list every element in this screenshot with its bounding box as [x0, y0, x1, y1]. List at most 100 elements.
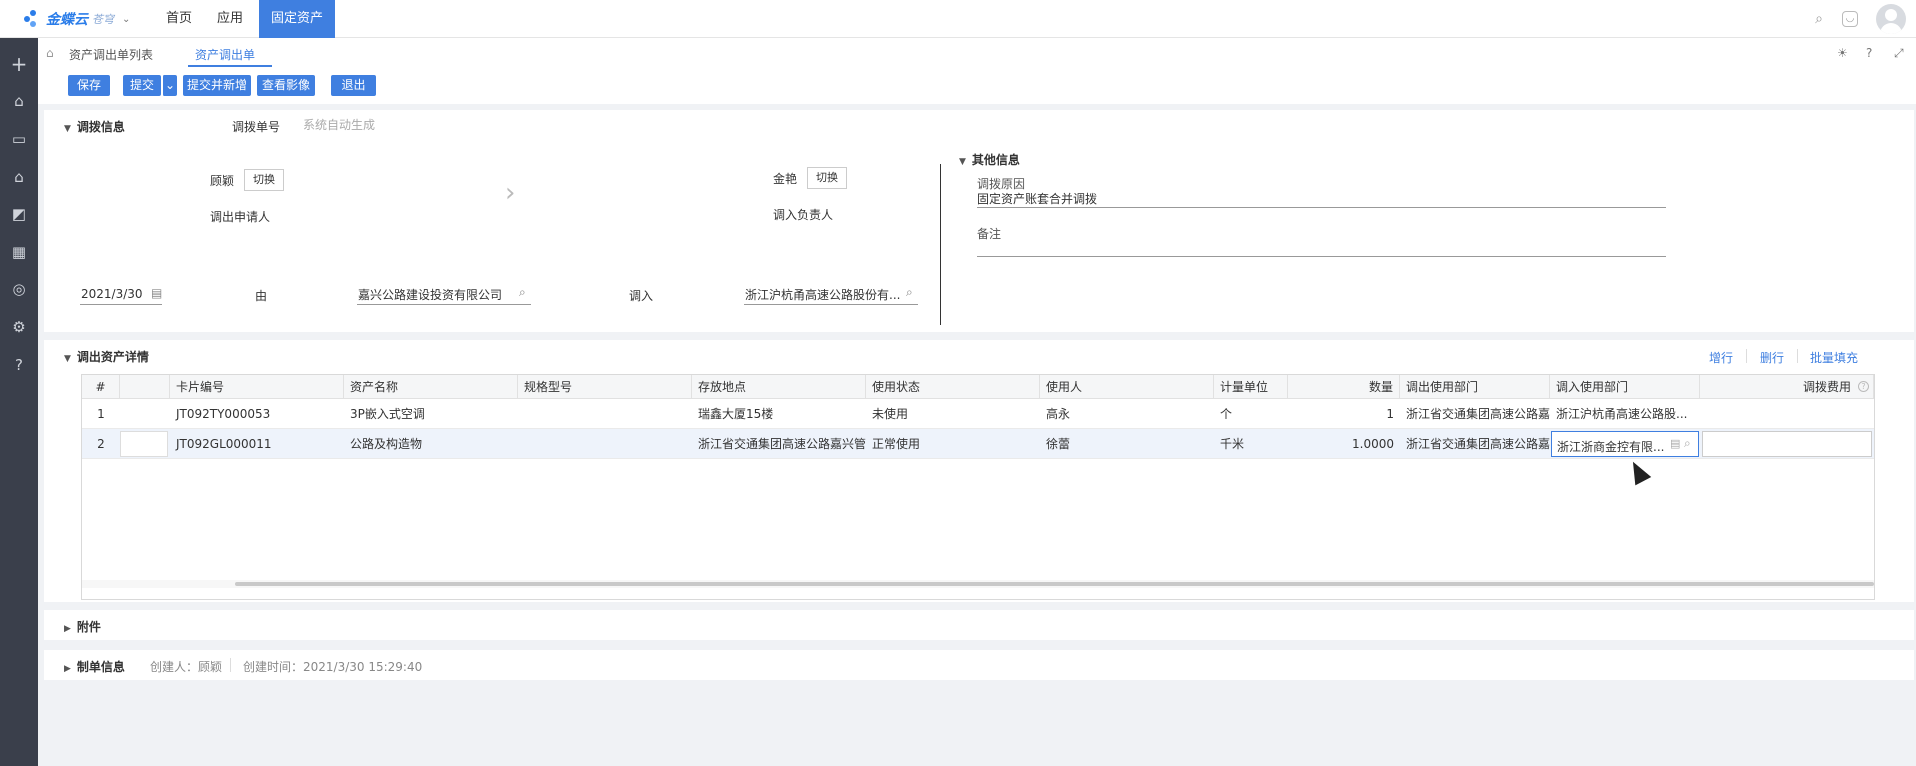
- divider: [1746, 349, 1747, 363]
- reason-field[interactable]: 固定资产账套合并调拨: [977, 190, 1097, 207]
- chart-icon[interactable]: ◩: [9, 204, 29, 224]
- nav-home[interactable]: 首页: [154, 0, 204, 38]
- in-dept-input[interactable]: 浙江浙商金控有限... ▤ ⌕: [1551, 431, 1699, 457]
- to-company-field[interactable]: 浙江沪杭甬高速公路股份有...: [745, 286, 900, 303]
- table-row[interactable]: 2 JT092GL000011 公路及构造物 浙江省交通集团高速公路嘉兴管理 正…: [82, 429, 1874, 459]
- location: 瑞鑫大厦15楼: [698, 407, 774, 421]
- out-switch-button[interactable]: 切换: [244, 169, 284, 191]
- table-row[interactable]: 1 JT092TY000053 3P嵌入式空调 瑞鑫大厦15楼 未使用 高永 个…: [82, 399, 1874, 429]
- in-person-name: 金艳: [773, 172, 798, 186]
- scrollbar-thumb[interactable]: [235, 582, 1874, 586]
- from-search-icon[interactable]: ⌕: [519, 285, 526, 300]
- in-switch-button[interactable]: 切换: [807, 167, 847, 189]
- col-header-unit[interactable]: 计量单位: [1214, 375, 1288, 399]
- nav-apps[interactable]: 应用: [205, 0, 255, 38]
- row-index: 2: [97, 437, 105, 451]
- submit-new-button[interactable]: 提交并新增: [183, 75, 251, 96]
- logo-icon: [24, 10, 42, 28]
- help-icon[interactable]: ?: [1866, 46, 1872, 60]
- other-info-title[interactable]: ▼ 其他信息: [959, 151, 1020, 168]
- submit-button[interactable]: 提交: [123, 75, 161, 96]
- to-search-icon[interactable]: ⌕: [906, 285, 913, 300]
- bank-icon[interactable]: ⌂: [9, 91, 29, 111]
- in-dept[interactable]: 浙江沪杭甬高速公路股...: [1550, 399, 1700, 429]
- doc-no-field: 系统自动生成: [303, 118, 376, 132]
- help-icon[interactable]: ?: [1858, 381, 1869, 392]
- remark-label: 备注: [977, 227, 1002, 241]
- date-field[interactable]: 2021/3/30: [81, 287, 143, 301]
- col-header-spec[interactable]: 规格型号: [518, 375, 692, 399]
- col-header-user[interactable]: 使用人: [1040, 375, 1214, 399]
- to-label: 调入: [629, 289, 654, 303]
- status: 正常使用: [872, 437, 921, 451]
- breadcrumb-list[interactable]: 资产调出单列表: [69, 46, 153, 63]
- fee-input[interactable]: [1702, 431, 1872, 457]
- col-header-qty[interactable]: 数量: [1288, 375, 1400, 399]
- save-button[interactable]: 保存: [68, 75, 110, 96]
- col-header-location[interactable]: 存放地点: [692, 375, 866, 399]
- gear-icon[interactable]: ⚙: [9, 317, 29, 337]
- collapse-icon: ▼: [64, 124, 71, 134]
- home-icon[interactable]: ⌂: [46, 46, 54, 60]
- brand-sub: 苍穹: [92, 13, 114, 26]
- section-divider: [940, 164, 941, 325]
- help-icon[interactable]: ?: [9, 355, 29, 375]
- target-icon[interactable]: ◎: [9, 279, 29, 299]
- search-icon[interactable]: ⌕: [1684, 436, 1691, 451]
- maker-info-title[interactable]: ▶ 制单信息: [64, 658, 125, 675]
- message-icon[interactable]: ◡: [1842, 11, 1858, 27]
- nav-fixed-assets[interactable]: 固定资产: [259, 0, 336, 38]
- chevron-down-icon[interactable]: ⌄: [122, 14, 130, 25]
- quantity: 1.0000: [1352, 437, 1394, 451]
- tab-underline: [188, 65, 272, 67]
- transfer-info-title[interactable]: ▼ 调拨信息: [64, 118, 125, 135]
- col-header-out-dept[interactable]: 调出使用部门: [1400, 375, 1550, 399]
- building-icon[interactable]: ⌂: [9, 167, 29, 187]
- collapse-icon: ▼: [959, 157, 966, 167]
- col-header-status[interactable]: 使用状态: [866, 375, 1040, 399]
- maker-info-panel: ▶ 制单信息 创建人：顾颖 创建时间：2021/3/30 15:29:40: [44, 650, 1914, 680]
- card-no: JT092TY000053: [176, 407, 271, 421]
- to-underline: [744, 304, 918, 305]
- add-icon[interactable]: +: [9, 54, 29, 74]
- list-icon[interactable]: ▤: [1670, 437, 1680, 450]
- in-manager-label: 调入负责人: [773, 208, 834, 222]
- top-bar: 金蝶云 苍穹 ⌄ 首页 应用 固定资产 ⌕ ◡: [0, 0, 1916, 38]
- sidebar: + ⌂ ▭ ⌂ ◩ ▦ ◎ ⚙ ?: [0, 38, 38, 766]
- unit: 个: [1220, 407, 1233, 421]
- submit-dropdown-icon[interactable]: ⌄: [162, 75, 177, 96]
- col-header-fee[interactable]: 调拨费用: [1700, 375, 1874, 399]
- row-check-cell[interactable]: [120, 431, 168, 457]
- col-header-card[interactable]: 卡片编号: [170, 375, 344, 399]
- toolbar: 保存 提交 ⌄ 提交并新增 查看影像 退出: [38, 68, 1916, 104]
- breadcrumb-current[interactable]: 资产调出单: [195, 46, 255, 63]
- collapse-icon: ▼: [64, 354, 71, 364]
- card-no: JT092GL000011: [176, 437, 272, 451]
- col-header-blank: [120, 375, 170, 399]
- status: 未使用: [872, 407, 909, 421]
- col-header-in-dept[interactable]: 调入使用部门: [1550, 375, 1700, 399]
- transfer-info-panel: ▼ 调拨信息 调拨单号 系统自动生成 顾颖 切换 调出申请人 › 金艳 切换 调入…: [44, 110, 1914, 332]
- fullscreen-icon[interactable]: ⤢: [1894, 46, 1904, 61]
- from-company-field[interactable]: 嘉兴公路建设投资有限公司: [358, 286, 502, 303]
- calculator-icon[interactable]: ▦: [9, 242, 29, 262]
- add-row-button[interactable]: 增行: [1709, 349, 1733, 366]
- h-scrollbar[interactable]: [82, 580, 1874, 588]
- brand-name: 金蝶云: [46, 12, 88, 28]
- exit-button[interactable]: 退出: [331, 75, 376, 96]
- col-header-name[interactable]: 资产名称: [344, 375, 518, 399]
- avatar[interactable]: [1876, 4, 1906, 34]
- batch-fill-button[interactable]: 批量填充: [1810, 349, 1858, 366]
- calendar-icon[interactable]: ▤: [151, 286, 162, 300]
- delete-row-button[interactable]: 删行: [1760, 349, 1784, 366]
- search-icon[interactable]: ⌕: [1809, 9, 1829, 29]
- lightbulb-icon[interactable]: ☀: [1837, 46, 1848, 60]
- app-logo[interactable]: 金蝶云 苍穹 ⌄: [24, 6, 130, 32]
- row-index: 1: [97, 407, 105, 421]
- monitor-icon[interactable]: ▭: [9, 129, 29, 149]
- divider: [230, 658, 231, 672]
- remark-field[interactable]: [977, 256, 1666, 257]
- detail-title[interactable]: ▼ 调出资产详情: [64, 348, 149, 365]
- view-image-button[interactable]: 查看影像: [257, 75, 315, 96]
- attachment-title[interactable]: ▶ 附件: [64, 618, 101, 635]
